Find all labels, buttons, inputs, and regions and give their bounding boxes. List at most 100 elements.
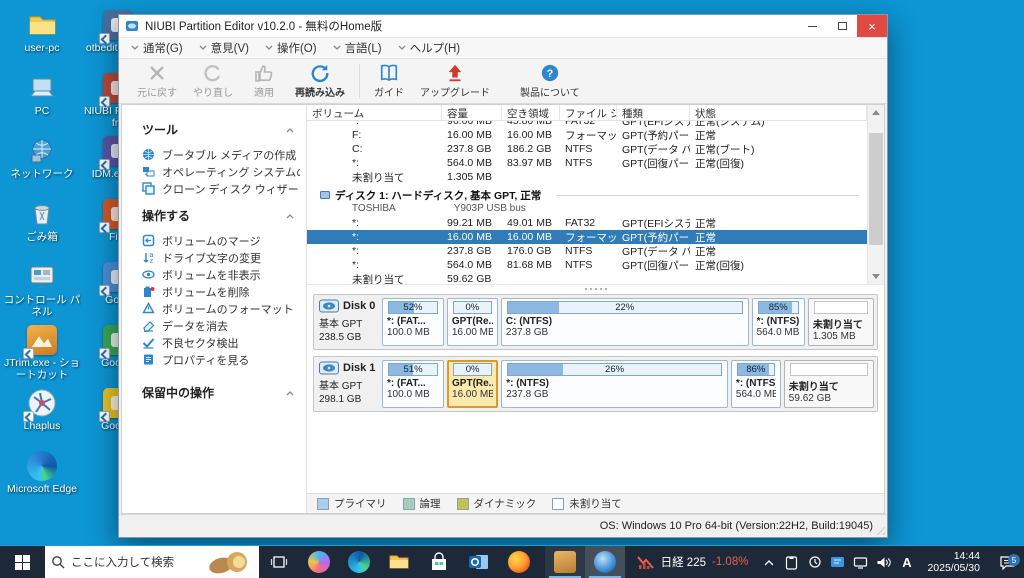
volume-row[interactable]: *: 564.0 MB 81.68 MB NTFS GPT(回復パーティ... … — [307, 258, 867, 272]
sidebar-section-tools[interactable]: ツール — [142, 121, 300, 138]
desktop-icon-recycle-bin[interactable]: ごみ箱 — [4, 197, 80, 260]
close-button[interactable]: × — [857, 15, 887, 37]
partition-block[interactable]: 未割り当て 1.305 MB — [807, 298, 875, 346]
column-header[interactable]: 種類 — [617, 105, 690, 120]
volume-row[interactable]: *: 564.0 MB 83.97 MB NTFS GPT(回復パーティ... … — [307, 156, 867, 170]
group-separator-line — [556, 194, 859, 196]
partition-block[interactable]: 0% GPT(Re... 16.00 MB — [446, 298, 498, 346]
minimize-button[interactable] — [797, 15, 827, 37]
taskbar-app-outlook[interactable] — [459, 546, 499, 578]
volume-row[interactable]: *: 99.21 MB 49.01 MB FAT32 GPT(EFIシステム..… — [307, 216, 867, 230]
disk1-info[interactable]: Disk 1 基本 GPT 298.1 GB — [317, 360, 379, 408]
desktop-icon-edge[interactable]: Microsoft Edge — [4, 449, 80, 512]
taskbar-app-firefox[interactable] — [499, 546, 539, 578]
table-header[interactable]: ボリューム 容量 空き領域 ファイル シス... 種類 状態 — [307, 105, 867, 121]
tray-sync-icon[interactable] — [804, 546, 825, 578]
ime-mode-indicator[interactable]: A — [896, 546, 917, 578]
sidebar-item-erase-data[interactable]: データを消去 — [142, 317, 300, 334]
menu-item[interactable]: ヘルプ(H) — [394, 38, 468, 58]
edge-icon — [348, 551, 370, 573]
column-header[interactable]: ファイル シス... — [560, 105, 617, 120]
scrollbar-thumb[interactable] — [869, 133, 883, 245]
volume-row[interactable]: 未割り当て 1.305 MB — [307, 170, 867, 184]
clock[interactable]: 14:44 2025/05/30 — [919, 550, 988, 574]
hidden-icons-chevron[interactable] — [758, 546, 779, 578]
desktop-icon-network[interactable]: ネットワーク — [4, 134, 80, 197]
desktop-icon-jtrim[interactable]: JTrim.exe - ショートカット — [4, 323, 80, 386]
partition-block[interactable]: 未割り当て 59.62 GB — [783, 360, 874, 408]
table-body: *: 96.00 MB 45.80 MB FAT32 GPT(EFIシステム..… — [307, 121, 867, 284]
sidebar-item-format-volume[interactable]: ボリュームのフォーマット — [142, 300, 300, 317]
menu-item[interactable]: 言語(L) — [329, 38, 390, 58]
search-highlight-image[interactable] — [207, 548, 253, 577]
menu-item[interactable]: 通常(G) — [127, 38, 191, 58]
column-header[interactable]: 容量 — [442, 105, 502, 120]
about-button[interactable]: ? 製品について — [512, 61, 588, 101]
volume-row[interactable]: *: 16.00 MB 16.00 MB フォーマットさ... GPT(予約パー… — [307, 230, 867, 244]
sidebar-item-os-migration[interactable]: オペレーティング システムの移行... — [142, 163, 300, 180]
partition-block[interactable]: 52% *: (FAT... 100.0 MB — [382, 298, 444, 346]
sidebar-item-hide-volume[interactable]: ボリュームを非表示 — [142, 266, 300, 283]
menu-item[interactable]: 意見(V) — [195, 38, 257, 58]
desktop-icon-pc[interactable]: PC — [4, 71, 80, 134]
sidebar-section-pending[interactable]: 保留中の操作 — [142, 384, 300, 401]
partition-block[interactable]: 86% *: (NTFS) 564.0 MB — [730, 360, 781, 408]
partition-block[interactable]: 85% *: (NTFS) 564.0 MB — [751, 298, 805, 346]
splitter-handle[interactable] — [307, 285, 884, 292]
guide-button[interactable]: ガイド — [366, 61, 412, 101]
taskbar-app-explorer[interactable] — [379, 546, 419, 578]
resize-grip[interactable] — [873, 523, 885, 535]
apply-button[interactable]: 適用 — [241, 61, 287, 101]
chevron-down-icon — [265, 45, 273, 50]
reload-button[interactable]: 再読み込み — [287, 61, 353, 101]
network-icon[interactable] — [850, 546, 871, 578]
scroll-down-icon[interactable] — [868, 269, 884, 284]
table-scrollbar[interactable] — [867, 105, 884, 284]
search-box[interactable]: ここに入力して検索 — [45, 546, 259, 578]
disk0-info[interactable]: Disk 0 基本 GPT 238.5 GB — [317, 298, 379, 346]
column-header[interactable]: 状態 — [690, 105, 867, 120]
desktop-icon-lhaplus[interactable]: Lhaplus — [4, 386, 80, 449]
disk1-group-header[interactable]: ディスク 1: ハードディスク, 基本 GPT, 正常 — [307, 187, 867, 203]
sidebar-item-clone-disk[interactable]: クローン ディスク ウィザード — [142, 180, 300, 197]
tray-display-icon[interactable] — [827, 546, 848, 578]
taskbar-app-edge[interactable] — [339, 546, 379, 578]
news-widget[interactable]: 日経 225 -1.08% — [627, 546, 759, 578]
volume-row[interactable]: *: 237.8 GB 176.0 GB NTFS GPT(データ パーテ...… — [307, 244, 867, 258]
partition-block[interactable]: 26% *: (NTFS) 237.8 GB — [501, 360, 728, 408]
partition-block[interactable]: 22% C: (NTFS) 237.8 GB — [500, 298, 749, 346]
volume-row[interactable]: 未割り当て 59.62 GB — [307, 272, 867, 284]
sidebar-item-bad-sector-scan[interactable]: 不良セクタ検出 — [142, 334, 300, 351]
partition-block[interactable]: 51% *: (FAT... 100.0 MB — [382, 360, 445, 408]
task-view-button[interactable] — [259, 546, 299, 578]
taskbar-app-store[interactable] — [419, 546, 459, 578]
undo-button[interactable]: 元に戻す — [129, 61, 185, 101]
column-header[interactable]: 空き領域 — [502, 105, 560, 120]
desktop-icon-control-panel[interactable]: コントロール パネル — [4, 260, 80, 323]
redo-button[interactable]: やり直し — [185, 61, 241, 101]
column-header[interactable]: ボリューム — [307, 105, 442, 120]
taskbar-app-jtrim[interactable] — [545, 546, 585, 578]
volume-row[interactable]: C: 237.8 GB 186.2 GB NTFS GPT(データ パーテ...… — [307, 142, 867, 156]
menu-item[interactable]: 操作(O) — [261, 38, 325, 58]
sidebar-item-bootable-media[interactable]: ブータブル メディアの作成 — [142, 146, 300, 163]
scroll-up-icon[interactable] — [868, 105, 884, 120]
tray-clipboard-icon[interactable] — [781, 546, 802, 578]
sidebar-item-change-drive-letter[interactable]: az ドライブ文字の変更 — [142, 249, 300, 266]
speaker-icon[interactable] — [873, 546, 894, 578]
sidebar-item-properties[interactable]: プロパティを見る — [142, 351, 300, 368]
desktop-icon-user-pc[interactable]: user-pc — [4, 8, 80, 71]
maximize-button[interactable] — [827, 15, 857, 37]
edge-icon — [25, 449, 59, 483]
upgrade-button[interactable]: アップグレード — [412, 61, 498, 101]
taskbar-app-niubi[interactable] — [585, 546, 625, 578]
start-button[interactable] — [0, 546, 45, 578]
sidebar-item-delete-volume[interactable]: ボリュームを削除 — [142, 283, 300, 300]
sidebar-section-operations[interactable]: 操作する — [142, 207, 300, 224]
volume-row[interactable]: F: 16.00 MB 16.00 MB フォーマットさ... GPT(予約パー… — [307, 128, 867, 142]
titlebar[interactable]: NIUBI Partition Editor v10.2.0 - 無料のHome… — [119, 15, 887, 37]
sidebar-item-merge-volume[interactable]: ボリュームのマージ — [142, 232, 300, 249]
taskbar-app-copilot[interactable] — [299, 546, 339, 578]
action-center-button[interactable]: 5 — [990, 553, 1024, 570]
partition-block[interactable]: 0% GPT(Re... 16.00 MB — [447, 360, 499, 408]
